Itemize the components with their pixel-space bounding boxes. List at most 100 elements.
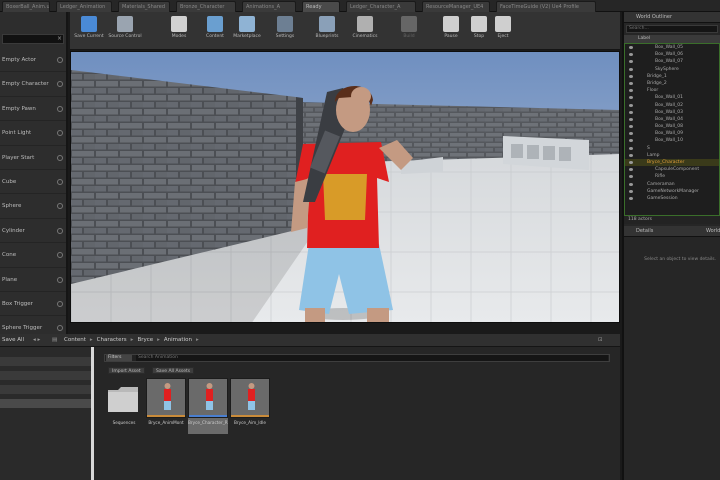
asset-search-input[interactable]: Search Animation	[136, 355, 608, 361]
place-actor-item[interactable]: Cube	[0, 170, 66, 195]
save-current-button[interactable]: Save Current	[72, 14, 106, 48]
outliner-item[interactable]: SkySphere	[625, 66, 719, 73]
outliner-item[interactable]: Box_Wall_06	[625, 51, 719, 58]
visibility-eye-icon[interactable]	[629, 81, 633, 85]
outliner-item[interactable]: S	[625, 145, 719, 152]
place-actor-item[interactable]: Empty Character	[0, 72, 66, 97]
visibility-eye-icon[interactable]	[629, 46, 633, 49]
breadcrumb-item[interactable]: Animation	[164, 337, 192, 343]
visibility-eye-icon[interactable]	[629, 110, 633, 114]
editor-tab[interactable]: Ledger_Animation	[56, 1, 112, 12]
place-actor-item[interactable]: Box Trigger	[0, 292, 66, 317]
visibility-eye-icon[interactable]	[629, 146, 633, 150]
place-actor-item[interactable]: Sphere	[0, 194, 66, 219]
outliner-item[interactable]: Box_Wall_03	[625, 109, 719, 116]
visibility-eye-icon[interactable]	[629, 74, 633, 78]
place-actor-item[interactable]: Player Start	[0, 146, 66, 170]
visibility-eye-icon[interactable]	[629, 153, 633, 157]
visibility-eye-icon[interactable]	[629, 117, 633, 121]
tab-details[interactable]: Details	[636, 226, 653, 237]
blueprints-button[interactable]: Blueprints	[310, 14, 344, 48]
outliner-item[interactable]: Cameraman	[625, 181, 719, 188]
marketplace-button[interactable]: Marketplace	[230, 14, 264, 48]
clear-search-icon[interactable]: ×	[57, 35, 62, 43]
outliner-item[interactable]: Box_Wall_08	[625, 123, 719, 130]
folder-tree-row[interactable]	[0, 357, 91, 366]
modes-search-input[interactable]: ×	[2, 34, 64, 44]
editor-tab[interactable]: BoxerBall_Anim.uasset	[2, 1, 50, 12]
asset-tile[interactable]: Bryce_AnimMont	[146, 378, 186, 434]
cinematics-button[interactable]: Cinematics	[348, 14, 382, 48]
outliner-item[interactable]: CapsuleComponent	[625, 166, 719, 173]
visibility-eye-icon[interactable]	[629, 161, 633, 164]
outliner-item[interactable]: Box_Wall_10	[625, 137, 719, 144]
place-actor-item[interactable]: Cone	[0, 243, 66, 268]
modes-button[interactable]: Modes	[162, 14, 196, 48]
folder-tree-row[interactable]	[0, 371, 91, 380]
outliner-item[interactable]: Box_Wall_02	[625, 102, 719, 109]
visibility-eye-icon[interactable]	[629, 196, 633, 200]
eject-button[interactable]: Eject	[486, 14, 520, 48]
breadcrumb-item[interactable]: Characters	[97, 337, 127, 343]
outliner-search-input[interactable]: Search...	[626, 25, 718, 33]
visibility-eye-icon[interactable]	[629, 96, 633, 100]
source-control-button[interactable]: Source Control	[108, 14, 142, 48]
editor-tab[interactable]: Materials_Shared	[118, 1, 170, 12]
tab-world-settings[interactable]: World	[706, 226, 720, 237]
visibility-eye-icon[interactable]	[629, 132, 633, 136]
editor-tab[interactable]: Ready	[302, 1, 340, 12]
place-actor-item[interactable]: Empty Pawn	[0, 97, 66, 122]
outliner-item[interactable]: Rifle	[625, 173, 719, 180]
place-actor-item[interactable]: Cylinder	[0, 219, 66, 244]
folder-tree-row[interactable]	[0, 399, 91, 408]
visibility-eye-icon[interactable]	[629, 60, 633, 64]
visibility-eye-icon[interactable]	[629, 175, 633, 179]
outliner-item[interactable]: Bridge_2	[625, 80, 719, 87]
visibility-eye-icon[interactable]	[629, 67, 633, 71]
settings-button[interactable]: Settings	[268, 14, 302, 48]
outliner-item[interactable]: Box_Wall_01	[625, 94, 719, 101]
filters-button[interactable]: Filters	[106, 355, 132, 361]
breadcrumb-separator-icon[interactable]: ▸	[196, 337, 199, 343]
outliner-item[interactable]: GameNetworkManager	[625, 188, 719, 195]
visibility-eye-icon[interactable]	[629, 168, 633, 172]
breadcrumb-item[interactable]: Bryce	[137, 337, 153, 343]
outliner-item[interactable]: Bryce_Character	[625, 159, 719, 167]
breadcrumb-separator-icon[interactable]: ▸	[90, 337, 93, 343]
place-actor-item[interactable]: Empty Actor	[0, 48, 66, 73]
visibility-eye-icon[interactable]	[629, 53, 633, 57]
visibility-eye-icon[interactable]	[629, 139, 633, 143]
nav-arrows-icon[interactable]: ◂ ▸	[33, 334, 40, 347]
visibility-eye-icon[interactable]	[629, 103, 633, 107]
build-button[interactable]: Build	[392, 14, 426, 48]
content-button[interactable]: Content	[198, 14, 232, 48]
save-all-button[interactable]: Save All	[2, 334, 24, 347]
save-assets-button[interactable]: Save All Assets	[152, 367, 195, 374]
place-actor-item[interactable]: Point Light	[0, 121, 66, 146]
outliner-item[interactable]: Floor	[625, 87, 719, 94]
folder-tree-row[interactable]	[0, 385, 91, 394]
visibility-eye-icon[interactable]	[629, 89, 633, 93]
outliner-item[interactable]: GameSession	[625, 195, 719, 202]
editor-tab[interactable]: FaceTimeGuide (V2) Ue4 Profile	[496, 1, 596, 12]
lock-icon[interactable]: ⊡	[598, 334, 603, 347]
visibility-eye-icon[interactable]	[629, 125, 633, 129]
outliner-item[interactable]: Box_Wall_05	[625, 44, 719, 51]
asset-tile-folder[interactable]: Sequences	[104, 378, 144, 434]
editor-tab[interactable]: Ledger_Character_A	[346, 1, 416, 12]
asset-tile-selected[interactable]: Bryce_Character_Rifle_Idle	[188, 378, 228, 434]
level-viewport[interactable]	[70, 51, 620, 323]
visibility-eye-icon[interactable]	[629, 189, 633, 193]
outliner-item[interactable]: Bridge_1	[625, 73, 719, 80]
world-outliner-tab[interactable]: World Outliner	[624, 12, 720, 23]
breadcrumb-separator-icon[interactable]: ▸	[131, 337, 134, 343]
outliner-item[interactable]: Box_Wall_07	[625, 58, 719, 65]
breadcrumb-separator-icon[interactable]: ▸	[157, 337, 160, 343]
outliner-item[interactable]: Box_Wall_04	[625, 116, 719, 123]
outliner-item[interactable]: Box_Wall_09	[625, 130, 719, 137]
editor-tab[interactable]: Animations_A	[242, 1, 296, 12]
outliner-item[interactable]: Lamp	[625, 152, 719, 159]
outliner-column-header[interactable]: Label	[624, 35, 720, 43]
import-button[interactable]: Import Asset	[108, 367, 145, 374]
editor-tab[interactable]: ResourceManager_UE4	[422, 1, 490, 12]
